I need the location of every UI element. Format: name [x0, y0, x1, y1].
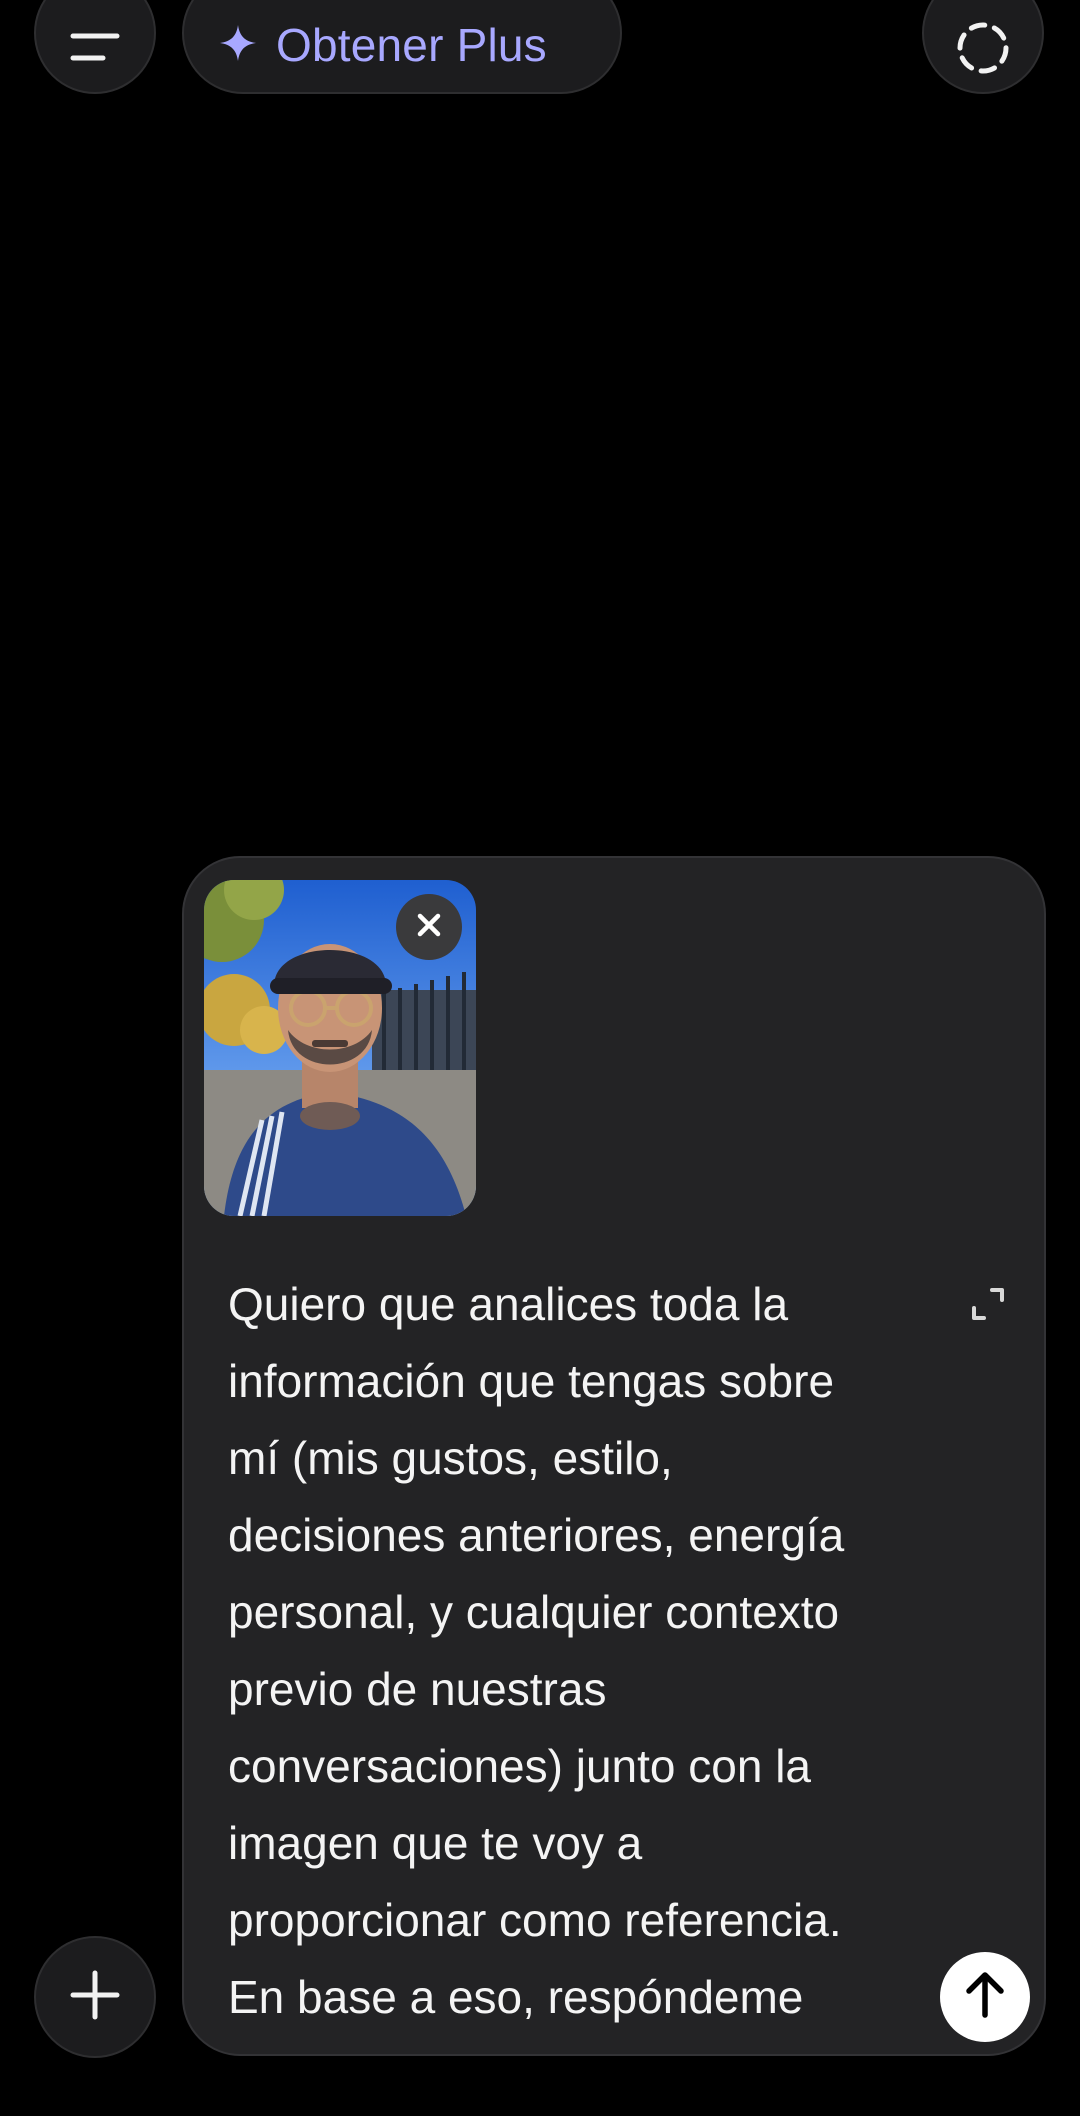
plus-icon — [69, 1969, 121, 2026]
message-input-text[interactable]: Quiero que analices toda la información … — [228, 1266, 928, 2036]
menu-button[interactable] — [34, 0, 156, 94]
temporary-chat-button[interactable] — [922, 0, 1044, 94]
arrow-up-icon — [963, 1971, 1007, 2024]
expand-icon — [970, 1286, 1006, 1327]
get-plus-label: Obtener Plus — [276, 19, 547, 71]
add-attachment-button[interactable] — [34, 1936, 156, 2058]
dashed-circle-icon — [953, 18, 1013, 83]
message-composer[interactable]: Quiero que analices toda la información … — [182, 856, 1046, 2056]
get-plus-button[interactable]: Obtener Plus — [182, 0, 622, 94]
remove-attachment-button[interactable] — [396, 894, 462, 960]
expand-composer-button[interactable] — [966, 1284, 1010, 1328]
send-button[interactable] — [940, 1952, 1030, 2042]
menu-icon — [69, 28, 121, 73]
close-icon — [414, 910, 444, 945]
sparkle-icon — [218, 23, 258, 68]
